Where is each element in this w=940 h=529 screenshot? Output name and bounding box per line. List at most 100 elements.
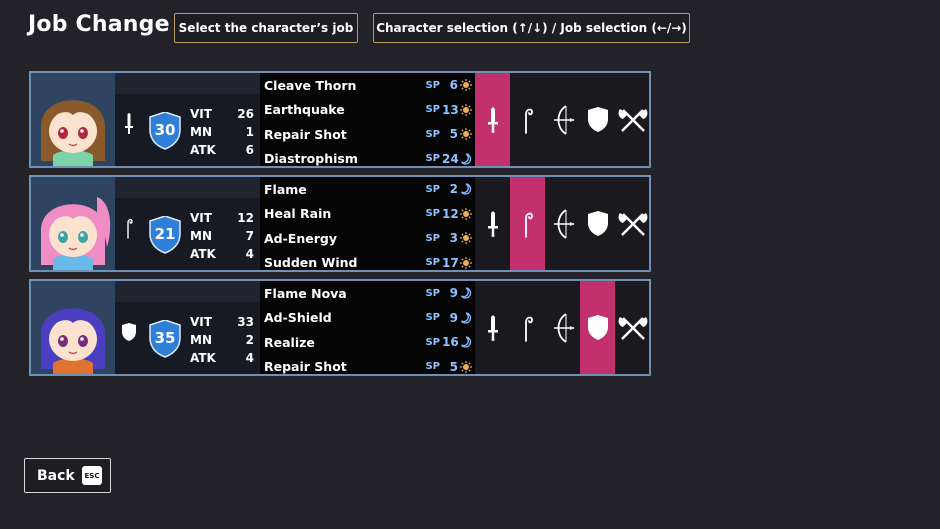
skill-row: Heal Rain SP 12 xyxy=(264,203,472,225)
stat-value: 6 xyxy=(245,143,254,157)
sp-label: SP xyxy=(425,287,440,299)
moon-icon xyxy=(460,183,472,195)
hint-select-job: Select the character’s job xyxy=(174,13,358,43)
job-options xyxy=(475,73,649,166)
sp-label: SP xyxy=(425,257,440,268)
character-card[interactable]: 35 VIT 33 MN 2 ATK 4 Flame Nova SP 9 Ad-Shield SP 9 R… xyxy=(29,279,651,376)
esc-key-icon: ESC xyxy=(82,466,102,485)
skill-name: Repair Shot xyxy=(264,126,347,142)
axe-icon xyxy=(617,315,649,341)
skill-row: Flame SP 2 xyxy=(264,178,472,200)
sp-label: SP xyxy=(425,232,440,244)
stat-panel: 30 VIT 26 MN 1 ATK 6 xyxy=(115,73,260,166)
stat-row: MN 2 xyxy=(190,331,254,349)
job-option-bow[interactable] xyxy=(545,177,580,270)
stats-list: VIT 12 MN 7 ATK 4 xyxy=(190,209,254,263)
level-badge: 21 xyxy=(148,216,182,254)
bow-icon xyxy=(551,208,575,239)
character-portrait xyxy=(31,73,115,166)
stat-row: VIT 12 xyxy=(190,209,254,227)
skill-name: Earthquake xyxy=(264,102,345,117)
skill-row: Diastrophism SP 24 xyxy=(264,148,472,170)
stat-row: MN 7 xyxy=(190,227,254,245)
skill-name: Repair Shot xyxy=(264,359,347,374)
job-option-staff[interactable] xyxy=(510,281,545,374)
sun-icon xyxy=(460,360,472,373)
sp-value: 16 xyxy=(442,335,459,349)
sp-value: 5 xyxy=(449,127,458,141)
stat-value: 2 xyxy=(245,333,254,347)
skill-name: Flame Nova xyxy=(264,285,347,301)
axe-icon xyxy=(617,211,649,237)
sp-label: SP xyxy=(425,336,440,348)
current-job-icon xyxy=(121,321,137,343)
shield-icon xyxy=(587,210,609,237)
skill-name: Cleave Thorn xyxy=(264,77,357,93)
stat-value: 4 xyxy=(245,351,254,365)
stat-label: VIT xyxy=(190,107,212,121)
sp-value: 9 xyxy=(449,310,458,325)
character-card[interactable]: 30 VIT 26 MN 1 ATK 6 Cleave Thorn SP 6 Earthquake S… xyxy=(29,71,651,168)
job-option-shield[interactable] xyxy=(580,281,615,374)
sp-label: SP xyxy=(425,361,440,372)
skill-name: Realize xyxy=(264,334,315,350)
skill-row: Cleave Thorn SP 6 xyxy=(264,74,472,96)
stat-row: ATK 4 xyxy=(190,349,254,367)
job-option-shield[interactable] xyxy=(580,73,615,166)
level-badge: 30 xyxy=(148,112,182,150)
job-option-axe[interactable] xyxy=(615,73,650,166)
bow-icon xyxy=(551,104,575,135)
sun-icon xyxy=(460,256,472,269)
sp-value: 17 xyxy=(442,255,459,270)
skill-name: Heal Rain xyxy=(264,206,332,221)
sword-icon xyxy=(486,210,500,237)
skill-row: Sudden Wind SP 17 xyxy=(264,252,472,274)
stat-label: VIT xyxy=(190,315,212,329)
job-option-bow[interactable] xyxy=(545,73,580,166)
level-value: 21 xyxy=(154,225,176,243)
stat-value: 33 xyxy=(237,315,254,329)
job-option-bow[interactable] xyxy=(545,281,580,374)
job-option-sword[interactable] xyxy=(475,281,510,374)
job-option-axe[interactable] xyxy=(615,177,650,270)
job-option-staff[interactable] xyxy=(510,73,545,166)
job-option-axe[interactable] xyxy=(615,281,650,374)
sp-value: 2 xyxy=(449,182,458,196)
stat-value: 4 xyxy=(245,247,254,261)
bow-icon xyxy=(551,312,575,343)
job-option-sword[interactable] xyxy=(475,177,510,270)
stat-label: VIT xyxy=(190,211,212,225)
sp-label: SP xyxy=(425,128,440,140)
page-title: Job Change xyxy=(28,12,170,37)
skill-name: Flame xyxy=(264,181,307,197)
sp-label: SP xyxy=(425,79,440,91)
stat-row: VIT 33 xyxy=(190,313,254,331)
sp-label: SP xyxy=(425,208,440,219)
job-option-shield[interactable] xyxy=(580,177,615,270)
level-value: 35 xyxy=(154,329,176,347)
stat-value: 7 xyxy=(245,229,254,243)
stats-list: VIT 33 MN 2 ATK 4 xyxy=(190,313,254,367)
character-card[interactable]: 21 VIT 12 MN 7 ATK 4 Flame SP 2 Heal Rain SP 12 Ad-En… xyxy=(29,175,651,272)
sun-icon xyxy=(460,79,472,91)
character-portrait xyxy=(31,281,115,374)
stat-panel-stripe xyxy=(115,73,260,94)
stat-panel-stripe xyxy=(115,281,260,302)
sp-value: 3 xyxy=(449,231,458,245)
sp-value: 6 xyxy=(449,78,458,92)
stat-panel: 35 VIT 33 MN 2 ATK 4 xyxy=(115,281,260,374)
job-option-sword[interactable] xyxy=(475,73,510,166)
skill-row: Repair Shot SP 5 xyxy=(264,123,472,145)
stat-label: ATK xyxy=(190,247,216,261)
moon-icon xyxy=(460,336,472,348)
sun-icon xyxy=(460,128,472,140)
job-option-staff[interactable] xyxy=(510,177,545,270)
stat-row: ATK 6 xyxy=(190,141,254,159)
skill-list: Flame SP 2 Heal Rain SP 12 Ad-Energy SP 3 Sudden … xyxy=(260,177,475,270)
current-job-icon xyxy=(121,217,137,239)
stat-panel: 21 VIT 12 MN 7 ATK 4 xyxy=(115,177,260,270)
skill-row: Realize SP 16 xyxy=(264,331,472,353)
stat-label: MN xyxy=(190,333,212,347)
back-button[interactable]: Back ESC xyxy=(24,458,111,493)
stat-label: ATK xyxy=(190,351,216,365)
